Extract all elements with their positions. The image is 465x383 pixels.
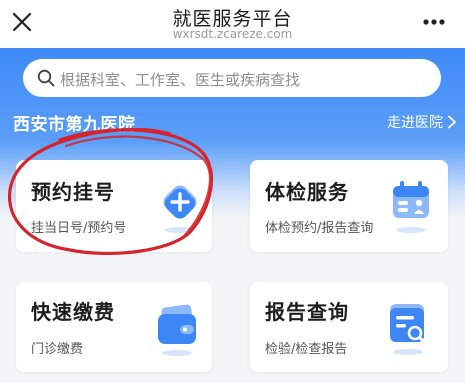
report-search-icon	[390, 304, 426, 355]
card-subtitle: 挂当日号/预约号	[31, 221, 127, 236]
plus-icon	[163, 185, 197, 233]
card-title: 预约挂号	[31, 180, 115, 204]
card-title: 报告查询	[265, 300, 349, 324]
search-input[interactable]: 根据科室、工作室、医生或疾病查找	[23, 59, 441, 97]
card-title: 体检服务	[265, 180, 349, 204]
card-title: 快速缴费	[31, 300, 115, 324]
chevron-right-icon	[448, 115, 456, 129]
search-placeholder: 根据科室、工作室、医生或疾病查找	[60, 71, 301, 89]
page-url: wxrsdt.zcareze.com	[172, 27, 293, 41]
enter-hospital-link[interactable]: 走进医院	[387, 112, 457, 132]
search-icon	[37, 69, 55, 87]
physical-exam-card[interactable]: 体检服务 体检预约/报告查询	[250, 160, 448, 252]
card-subtitle: 检验/检查报告	[265, 342, 348, 357]
quick-payment-card[interactable]: 快速缴费 门诊缴费	[16, 282, 212, 372]
card-subtitle: 门诊缴费	[31, 342, 84, 357]
card-subtitle: 体检预约/报告查询	[265, 221, 374, 236]
report-query-card[interactable]: 报告查询 检验/检查报告	[250, 282, 448, 372]
appointment-card[interactable]: 预约挂号 挂当日号/预约号	[16, 160, 212, 252]
calendar-person-icon	[393, 181, 429, 233]
enter-hospital-label: 走进医院	[387, 115, 443, 131]
wallet-icon	[158, 304, 196, 356]
more-icon[interactable]	[421, 12, 447, 32]
hospital-name: 西安市第九医院	[13, 115, 136, 135]
top-bar: 就医服务平台 wxrsdt.zcareze.com	[0, 0, 465, 48]
